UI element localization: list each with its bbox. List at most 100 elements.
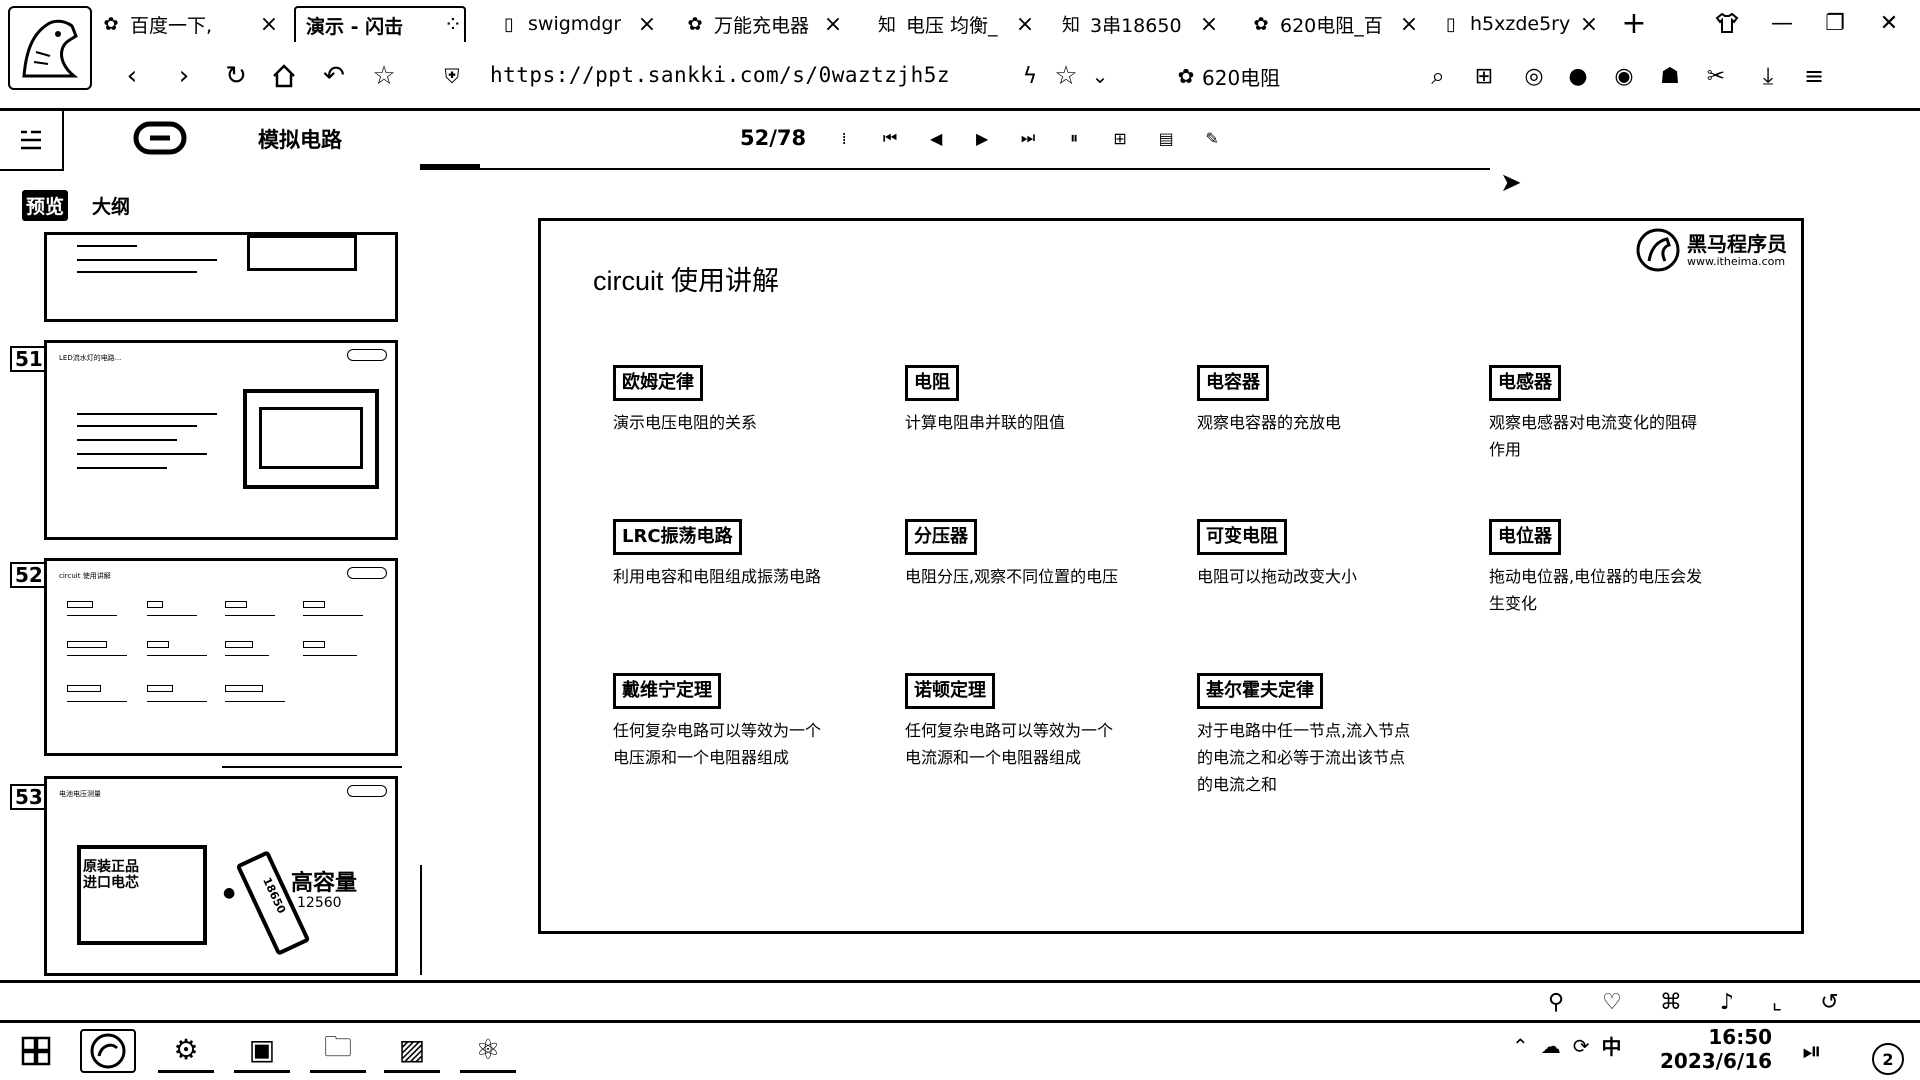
tab-voltage[interactable]: 知 电压 均衡_ × [876, 6, 1036, 42]
new-tab-icon[interactable]: + [1617, 6, 1651, 41]
last-page-icon[interactable]: ⏭ [1014, 124, 1042, 152]
app-icon[interactable]: ⚛ [460, 1029, 516, 1073]
sidebar-scrollbar[interactable] [420, 865, 422, 975]
topic-lrc[interactable]: LRC振荡电路 利用电容和电阻组成振荡电路 [613, 519, 863, 590]
tab-h5xzde5ry[interactable]: ▯ h5xzde5ry × [1440, 6, 1600, 42]
progress-track[interactable] [420, 168, 1490, 170]
hamburger-menu-icon[interactable]: ≡ [1796, 58, 1832, 94]
topic-badge[interactable]: 基尔霍夫定律 [1197, 673, 1323, 709]
topic-thevenin[interactable]: 戴维宁定理 任何复杂电路可以等效为一个电压源和一个电阻器组成 [613, 673, 863, 771]
search-icon[interactable]: ⌕ [1420, 58, 1456, 94]
refresh-icon[interactable]: ↺ [1820, 990, 1838, 1015]
undo-icon[interactable]: ↶ [316, 58, 352, 94]
forward-icon[interactable]: › [166, 58, 202, 94]
progress-handle[interactable] [420, 164, 480, 168]
topic-variable-resistor[interactable]: 可变电阻 电阻可以拖动改变大小 [1197, 519, 1447, 590]
tab-baidu[interactable]: ✿ 百度一下, × [100, 6, 280, 42]
cloud-icon[interactable]: ☁ [1541, 1034, 1561, 1058]
topic-potentiometer[interactable]: 电位器 拖动电位器,电位器的电压会发生变化 [1489, 519, 1739, 617]
topic-badge[interactable]: 可变电阻 [1197, 519, 1287, 555]
topic-kirchhoff[interactable]: 基尔霍夫定律 对于电路中任一节点,流入节点的电流之和必等于流出该节点的电流之和 [1197, 673, 1447, 798]
close-icon[interactable]: ⁘ [442, 13, 464, 38]
topic-inductor[interactable]: 电感器 观察电感器对电流变化的阻碍作用 [1489, 365, 1739, 463]
image-viewer-icon[interactable]: ▨ [384, 1029, 440, 1073]
pause-icon[interactable]: ⏸ [1060, 124, 1088, 152]
slide-thumbnail[interactable] [44, 232, 398, 322]
file-explorer-icon[interactable]: 🗀 [310, 1029, 366, 1073]
tab-outline[interactable]: 大纲 [88, 190, 134, 221]
start-windows-icon[interactable] [8, 1029, 64, 1073]
topic-badge[interactable]: 电感器 [1489, 365, 1561, 401]
extension-icon[interactable]: ◉ [1606, 58, 1642, 94]
translate-icon[interactable]: ⌘ [1660, 990, 1682, 1015]
chevron-up-icon[interactable]: ⌃ [1512, 1034, 1529, 1058]
restore-icon[interactable]: ❐ [1818, 8, 1852, 38]
chat-app-icon[interactable]: ▣ [234, 1029, 290, 1073]
chevron-down-icon[interactable]: ⌄ [1082, 58, 1118, 94]
close-icon[interactable]: × [1014, 12, 1036, 37]
browser-taskbar-icon[interactable] [80, 1029, 136, 1073]
settings-gear-icon[interactable]: ⚙ [158, 1029, 214, 1073]
tab-presentation[interactable]: 演示 - 闪击 ⁘ [294, 6, 466, 42]
topic-badge[interactable]: 戴维宁定理 [613, 673, 721, 709]
close-icon[interactable]: × [1398, 12, 1420, 37]
media-icon[interactable]: ⏯ [1792, 1029, 1832, 1073]
cat-extension-icon[interactable]: ☗ [1652, 58, 1688, 94]
ime-indicator[interactable]: 中 [1602, 1031, 1622, 1060]
first-page-icon[interactable]: ⏮ [876, 124, 904, 152]
fullscreen-icon[interactable]: ⊞ [1106, 124, 1134, 152]
apps-grid-icon[interactable]: ⊞ [1466, 58, 1502, 94]
scissors-icon[interactable]: ✂ [1698, 58, 1734, 94]
tab-charger[interactable]: ✿ 万能充电器 × [684, 6, 844, 42]
favorite-star-icon[interactable]: ☆ [1048, 58, 1084, 94]
close-icon[interactable]: × [258, 12, 280, 37]
download-icon[interactable]: ⤓ [1750, 58, 1786, 94]
topic-badge[interactable]: 欧姆定律 [613, 365, 703, 401]
close-icon[interactable]: × [1578, 12, 1600, 37]
minimize-icon[interactable]: — [1765, 8, 1799, 38]
url-input[interactable]: https://ppt.sankki.com/s/0waztzjh5z [490, 63, 950, 87]
topic-norton[interactable]: 诺顿定理 任何复杂电路可以等效为一个电流源和一个电阻器组成 [905, 673, 1155, 771]
previous-page-icon[interactable]: ◀ [922, 124, 950, 152]
rocket-icon[interactable]: ⚲ [1548, 990, 1564, 1015]
slide-thumbnail[interactable]: LED流水灯的电路... [44, 340, 398, 540]
bookmark-star-icon[interactable]: ☆ [366, 58, 402, 94]
topic-divider[interactable]: 分压器 电阻分压,观察不同位置的电压 [905, 519, 1155, 590]
close-icon[interactable]: × [822, 12, 844, 37]
topic-ohm[interactable]: 欧姆定律 演示电压电阻的关系 [613, 365, 863, 436]
notification-badge[interactable]: 2 [1872, 1043, 1904, 1075]
topic-badge[interactable]: 电位器 [1489, 519, 1561, 555]
back-icon[interactable]: ‹ [114, 58, 150, 94]
tab-18650[interactable]: 知 3串18650 × [1060, 6, 1220, 42]
search-suggestion[interactable]: 620电阻 [1202, 58, 1322, 94]
clock[interactable]: 16:50 2023/6/16 [1660, 1025, 1772, 1073]
close-icon[interactable]: × [636, 12, 658, 37]
next-page-icon[interactable]: ▶ [968, 124, 996, 152]
shirt-icon[interactable] [1710, 8, 1744, 38]
close-window-icon[interactable]: ✕ [1872, 8, 1906, 38]
topic-resistor[interactable]: 电阻 计算电阻串并联的阻值 [905, 365, 1155, 436]
tab-preview[interactable]: 预览 [22, 190, 69, 221]
slide-thumbnail-current[interactable]: circuit 使用讲解 [44, 558, 398, 756]
heart-icon[interactable]: ♡ [1602, 990, 1622, 1015]
notes-icon[interactable]: ▤ [1152, 124, 1180, 152]
download-manager-icon[interactable]: ● [1560, 58, 1596, 94]
sync-tray-icon[interactable]: ⟳ [1573, 1034, 1590, 1058]
sync-icon[interactable]: ◎ [1516, 58, 1552, 94]
audio-icon[interactable]: ♪ [1720, 990, 1734, 1015]
topic-badge[interactable]: 诺顿定理 [905, 673, 995, 709]
slide-thumbnail[interactable]: 电池电压测量 原装正品 进口电芯 ● 18650 高容量 12560 [44, 776, 398, 976]
topic-badge[interactable]: 电容器 [1197, 365, 1269, 401]
pen-icon[interactable]: ✎ [1198, 124, 1226, 152]
tab-resistor[interactable]: ✿ 620电阻_百 × [1250, 6, 1420, 42]
tab-swigmdgr[interactable]: ▯ swigmdgr × [498, 6, 658, 42]
flash-icon[interactable]: ϟ [1012, 58, 1048, 94]
topic-badge[interactable]: LRC振荡电路 [613, 519, 742, 555]
close-icon[interactable]: × [1198, 12, 1220, 37]
reload-icon[interactable]: ↻ [218, 58, 254, 94]
outline-toggle-button[interactable] [0, 111, 64, 171]
topic-capacitor[interactable]: 电容器 观察电容器的充放电 [1197, 365, 1447, 436]
topic-badge[interactable]: 分压器 [905, 519, 977, 555]
screenshot-icon[interactable]: ⌞ [1772, 990, 1782, 1015]
topic-badge[interactable]: 电阻 [905, 365, 959, 401]
